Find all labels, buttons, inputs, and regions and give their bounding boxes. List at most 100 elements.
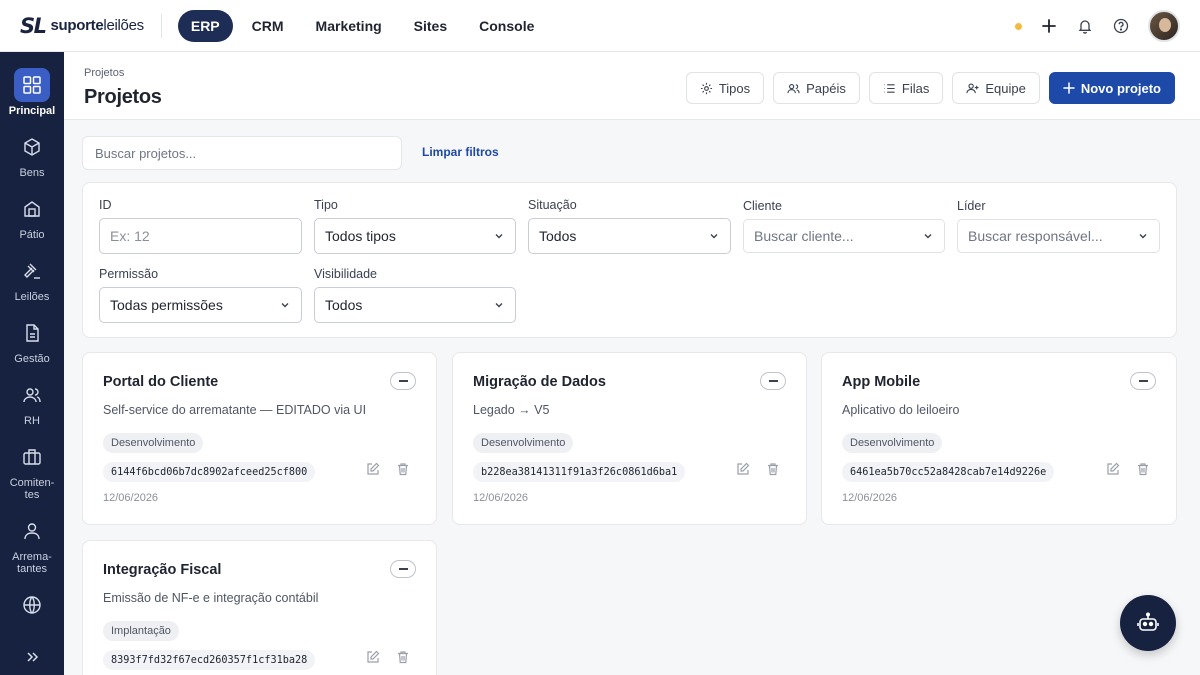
assistant-button[interactable] xyxy=(1120,595,1176,651)
project-hash: b228ea38141311f91a3f26c0861d6ba1 xyxy=(473,462,686,482)
filter-permissao-value: Todas permissões xyxy=(110,297,223,313)
trash-icon[interactable] xyxy=(1136,462,1150,476)
topbar-actions xyxy=(1015,0,1180,52)
filas-label: Filas xyxy=(901,80,930,96)
project-title: App Mobile xyxy=(842,374,921,390)
search-input[interactable] xyxy=(82,136,402,170)
sidebar-item-gestao[interactable]: Gestão xyxy=(0,316,64,365)
project-card[interactable]: Integração Fiscal Emissão de NF-e e inte… xyxy=(82,540,437,675)
sidebar-item-arrematantes[interactable]: Arrema-tantes xyxy=(0,514,64,575)
sidebar-label: Principal xyxy=(8,105,56,117)
project-date: 12/06/2026 xyxy=(103,492,159,504)
sidebar-item-bens[interactable]: Bens xyxy=(0,130,64,179)
trash-icon[interactable] xyxy=(396,650,410,664)
equipe-label: Equipe xyxy=(985,80,1026,96)
edit-icon[interactable] xyxy=(736,462,750,476)
filter-tipo-label: Tipo xyxy=(314,198,338,212)
brand-logo[interactable]: SL suporteleilões xyxy=(20,0,144,52)
filter-cliente-label: Cliente xyxy=(743,199,782,213)
sidebar-item-principal[interactable]: Principal xyxy=(0,68,64,117)
novo-projeto-label: Novo projeto xyxy=(1080,80,1161,96)
papeis-button[interactable]: Papéis xyxy=(773,72,860,104)
edit-icon[interactable] xyxy=(1106,462,1120,476)
avatar[interactable] xyxy=(1148,10,1180,42)
topnav-console[interactable]: Console xyxy=(466,10,547,42)
breadcrumb[interactable]: Projetos xyxy=(84,67,124,79)
edit-icon[interactable] xyxy=(366,650,380,664)
filter-id-input[interactable] xyxy=(110,228,291,244)
sidebar-item-rh[interactable]: RH xyxy=(0,378,64,427)
filter-lider-select[interactable]: Buscar responsável... xyxy=(957,219,1160,253)
sidebar: Principal Bens Pátio Leilões Gestão RH C… xyxy=(0,52,64,675)
filter-visibilidade-select[interactable]: Todos xyxy=(314,287,516,323)
sidebar-label: Leilões xyxy=(14,291,50,303)
project-hash: 6461ea5b70cc52a8428cab7e14d9226e xyxy=(842,462,1055,482)
sidebar-label: RH xyxy=(24,415,40,427)
project-date: 12/06/2026 xyxy=(473,492,529,504)
filter-lider-placeholder: Buscar responsável... xyxy=(968,228,1103,244)
sidebar-expand[interactable] xyxy=(0,640,64,674)
collapse-button[interactable] xyxy=(390,372,416,390)
filter-cliente-select[interactable]: Buscar cliente... xyxy=(743,219,945,253)
status-badge: Implantação xyxy=(103,621,179,641)
topnav-marketing[interactable]: Marketing xyxy=(303,10,395,42)
building-icon xyxy=(14,192,50,226)
tipos-button[interactable]: Tipos xyxy=(685,72,765,104)
trash-icon[interactable] xyxy=(396,462,410,476)
filter-tipo: Tipo Todos tipos xyxy=(314,198,516,254)
filter-permissao: Permissão Todas permissões xyxy=(99,267,302,323)
filter-permissao-select[interactable]: Todas permissões xyxy=(99,287,302,323)
status-badge: Desenvolvimento xyxy=(103,433,204,453)
filter-situacao-select[interactable]: Todos xyxy=(528,218,731,254)
filter-permissao-label: Permissão xyxy=(99,267,159,281)
clear-filters-link[interactable]: Limpar filtros xyxy=(422,145,499,159)
project-card[interactable]: App Mobile Aplicativo do leiloeiro Desen… xyxy=(821,352,1177,525)
project-description: Emissão de NF-e e integração contábil xyxy=(103,591,319,605)
filter-id: ID xyxy=(99,198,302,254)
novo-projeto-button[interactable]: Novo projeto xyxy=(1048,72,1175,104)
topnav-crm[interactable]: CRM xyxy=(239,10,297,42)
filter-id-label: ID xyxy=(99,198,112,212)
chevron-down-icon xyxy=(1139,234,1147,239)
filas-button[interactable]: Filas xyxy=(868,72,944,104)
filter-lider: Líder Buscar responsável... xyxy=(957,199,1160,253)
filter-tipo-value: Todos tipos xyxy=(325,228,396,244)
sidebar-label: Gestão xyxy=(14,353,50,365)
project-description: Aplicativo do leiloeiro xyxy=(842,403,960,417)
project-card[interactable]: Portal do Cliente Self-service do arrema… xyxy=(82,352,437,525)
collapse-button[interactable] xyxy=(1130,372,1156,390)
topnav-sites[interactable]: Sites xyxy=(401,10,460,42)
project-hash: 8393f7fd32f67ecd260357f1cf31ba28 xyxy=(103,650,316,670)
sidebar-item-sites[interactable] xyxy=(0,588,64,622)
sidebar-item-patio[interactable]: Pátio xyxy=(0,192,64,241)
collapse-button[interactable] xyxy=(390,560,416,578)
sidebar-item-comitentes[interactable]: Comiten-tes xyxy=(0,440,64,501)
list-icon xyxy=(884,83,895,93)
project-card[interactable]: Migração de Dados Legado → V5 Desenvolvi… xyxy=(452,352,807,525)
topnav-erp[interactable]: ERP xyxy=(177,9,233,42)
logo-mark: SL xyxy=(20,13,47,38)
trash-icon[interactable] xyxy=(766,462,780,476)
top-nav: ERP CRM Marketing Sites Console xyxy=(177,9,548,42)
filter-situacao-value: Todos xyxy=(539,228,577,244)
help-icon[interactable] xyxy=(1112,17,1130,35)
gear-icon xyxy=(700,82,712,94)
bell-icon[interactable] xyxy=(1076,17,1094,35)
project-description: Legado → V5 xyxy=(473,403,550,417)
sidebar-label: Bens xyxy=(19,167,45,179)
filter-id-field[interactable] xyxy=(99,218,302,254)
sidebar-item-leiloes[interactable]: Leilões xyxy=(0,254,64,303)
user-plus-icon xyxy=(966,82,979,93)
collapse-button[interactable] xyxy=(760,372,786,390)
status-dot xyxy=(1015,22,1022,30)
users-icon xyxy=(787,83,800,93)
chevron-down-icon xyxy=(710,234,718,239)
filter-tipo-select[interactable]: Todos tipos xyxy=(314,218,516,254)
chevron-down-icon xyxy=(495,234,503,239)
plus-icon[interactable] xyxy=(1040,17,1058,35)
sidebar-label: Comiten-tes xyxy=(9,477,55,501)
edit-icon[interactable] xyxy=(366,462,380,476)
briefcase-icon xyxy=(14,440,50,474)
equipe-button[interactable]: Equipe xyxy=(952,72,1040,104)
project-title: Integração Fiscal xyxy=(103,562,222,578)
